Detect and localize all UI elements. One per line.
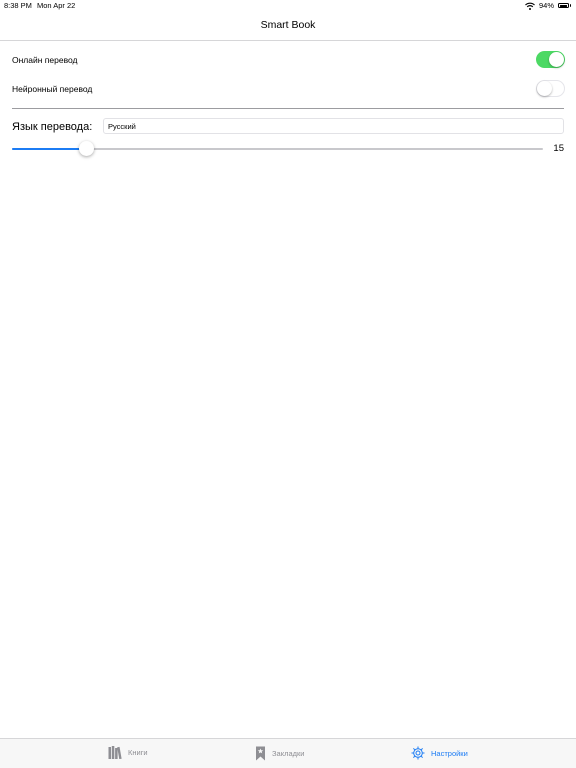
slider-thumb[interactable] [79, 141, 95, 156]
translation-language-field[interactable]: Русский [103, 118, 564, 134]
slider-fill [12, 148, 87, 150]
books-icon [108, 746, 122, 759]
status-date: Mon Apr 22 [37, 1, 76, 10]
gear-icon [411, 746, 425, 760]
divider [12, 108, 564, 109]
online-translation-label: Онлайн перевод [12, 55, 78, 65]
status-bar: 8:38 PM Mon Apr 22 94% [0, 0, 576, 12]
online-translation-toggle[interactable] [536, 51, 565, 68]
tab-bookmarks[interactable]: Закладки [255, 746, 304, 761]
neural-translation-label: Нейронный перевод [12, 84, 93, 94]
tab-settings[interactable]: Настройки [411, 746, 468, 760]
slider-track[interactable] [12, 141, 543, 156]
toggle-knob [549, 52, 564, 67]
bookmark-icon [256, 746, 265, 761]
status-time: 8:38 PM [4, 1, 32, 10]
tab-books[interactable]: Книги [108, 746, 148, 759]
battery-icon [558, 2, 572, 9]
wifi-icon [525, 2, 535, 10]
tab-books-label: Книги [128, 748, 148, 757]
tab-bar: Книги Закладки Настройки [0, 738, 576, 768]
status-indicators: 94% [525, 1, 572, 10]
navigation-bar: Smart Book [0, 12, 576, 41]
tab-bookmarks-label: Закладки [272, 749, 305, 758]
tab-settings-label: Настройки [431, 748, 468, 758]
translation-language-label: Язык перевода: [12, 121, 93, 133]
neural-translation-toggle[interactable] [536, 80, 565, 97]
toggle-knob [537, 81, 552, 96]
page-title: Smart Book [260, 19, 316, 31]
slider-value: 15 [553, 143, 564, 154]
battery-percent: 94% [538, 1, 554, 10]
